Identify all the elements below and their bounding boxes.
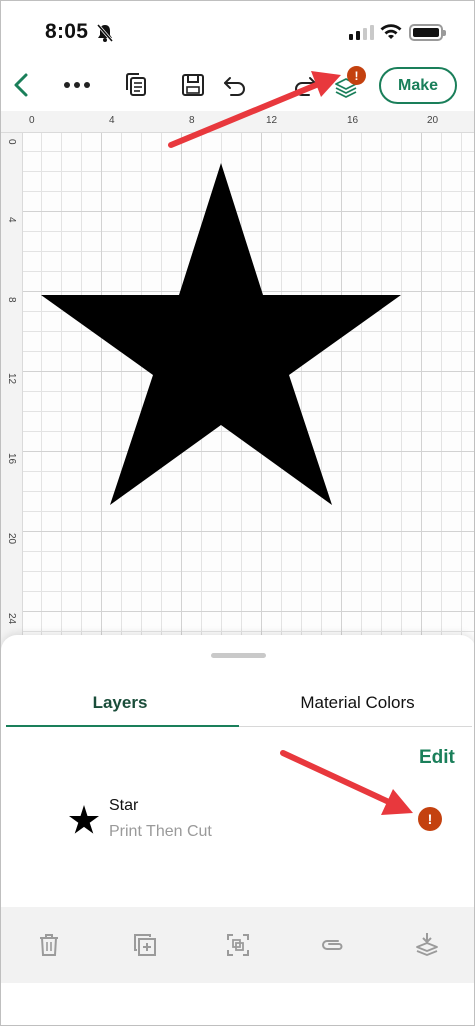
layer-warning-icon[interactable]: ! (418, 807, 442, 831)
flatten-icon[interactable] (413, 931, 441, 959)
ruler-top-label: 4 (109, 115, 115, 126)
ruler-left-label: 0 (6, 139, 17, 145)
ruler-left: 0 4 8 12 16 20 24 (1, 133, 23, 653)
ruler-top: 0 4 8 12 16 20 (1, 111, 474, 133)
layer-row[interactable]: Star Print Then Cut (61, 795, 461, 845)
trash-icon[interactable] (35, 931, 63, 959)
tab-layers[interactable]: Layers (1, 693, 239, 713)
undo-icon[interactable] (221, 71, 249, 99)
ruler-left-label: 12 (6, 373, 17, 385)
layers-warning-badge: ! (347, 66, 366, 85)
sheet-drag-handle[interactable] (211, 653, 266, 658)
wifi-icon (380, 24, 402, 39)
ruler-top-label: 0 (29, 115, 35, 126)
ruler-left-label: 20 (6, 533, 17, 545)
status-bar: 8:05 (1, 1, 474, 59)
battery-icon (409, 24, 446, 41)
back-icon[interactable] (7, 71, 35, 99)
toolbar: ! Make (1, 59, 474, 111)
app-frame: 8:05 ! Make 0 4 8 12 16 20 0 4 8 12 16 2… (0, 0, 475, 1026)
ruler-top-label: 12 (266, 115, 278, 126)
more-icon[interactable] (63, 71, 91, 99)
edit-button[interactable]: Edit (419, 747, 455, 769)
ruler-left-label: 8 (6, 297, 17, 303)
design-canvas[interactable]: 0 4 8 12 16 20 0 4 8 12 16 20 24 (1, 111, 474, 653)
tab-active-indicator (6, 725, 239, 727)
tab-material-colors[interactable]: Material Colors (239, 693, 474, 713)
ruler-left-label: 4 (6, 217, 17, 223)
status-time: 8:05 (45, 20, 89, 43)
duplicate-icon[interactable] (131, 931, 159, 959)
star-shape[interactable] (41, 163, 401, 509)
ruler-top-label: 8 (189, 115, 195, 126)
ruler-left-label: 16 (6, 453, 17, 465)
copy-icon[interactable] (122, 71, 150, 99)
save-icon[interactable] (179, 71, 207, 99)
star-layer-icon (69, 805, 99, 834)
silent-bell-icon (96, 24, 114, 42)
layer-operation: Print Then Cut (109, 823, 212, 840)
group-icon[interactable] (224, 931, 252, 959)
redo-icon[interactable] (291, 71, 319, 99)
attach-icon[interactable] (319, 931, 347, 959)
layer-name: Star (109, 797, 139, 814)
layer-actions-bar (1, 907, 474, 983)
cellular-signal-icon (349, 25, 374, 40)
layers-panel: Layers Material Colors Edit Star Print T… (1, 635, 474, 1025)
make-button[interactable]: Make (379, 67, 457, 104)
ruler-left-label: 24 (6, 613, 17, 625)
ruler-top-label: 20 (427, 115, 439, 126)
tab-divider (239, 726, 472, 727)
ruler-top-label: 16 (347, 115, 359, 126)
